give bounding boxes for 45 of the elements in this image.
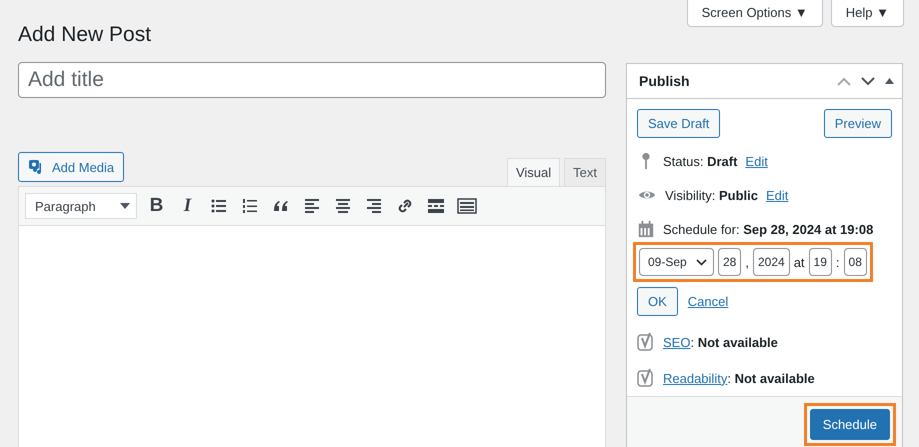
minute-field[interactable]: 08 xyxy=(844,248,867,276)
date-separator: , xyxy=(745,254,749,270)
page-title: Add New Post xyxy=(18,22,152,48)
visibility-text: Visibility: Public xyxy=(665,188,758,202)
edit-link[interactable]: Edit xyxy=(766,188,788,202)
cancel-link[interactable]: Cancel xyxy=(688,294,728,309)
seo-link[interactable]: Readability xyxy=(663,370,728,386)
year-field[interactable]: 2024 xyxy=(752,248,790,276)
screen-options-button[interactable]: Screen Options ▼ xyxy=(686,0,823,27)
time-separator: : xyxy=(836,254,840,270)
title-field[interactable]: Add title xyxy=(18,62,606,98)
seo-status-text: Readability: Not available xyxy=(663,370,815,386)
help-button[interactable]: Help ▼ xyxy=(830,0,904,27)
schedule-text: Schedule for: Sep 28, 2024 at 19:08 xyxy=(663,222,874,236)
calendar-icon xyxy=(637,220,655,238)
day-field[interactable]: 28 xyxy=(718,248,742,276)
save-draft-button[interactable]: Save Draft xyxy=(637,109,720,138)
add-media-button[interactable]: Add Media xyxy=(18,152,124,182)
seo-status-text: SEO: Not available xyxy=(663,334,778,350)
caret-icon xyxy=(120,203,130,209)
toolbar-toggle-icon xyxy=(456,196,476,216)
chevron-down-icon xyxy=(696,258,707,266)
read-more-icon xyxy=(426,196,446,216)
yoast-icon xyxy=(637,332,655,352)
bold-icon: B xyxy=(150,196,164,216)
month-select[interactable]: 09-Sep xyxy=(639,248,714,276)
at-label: at xyxy=(794,254,805,270)
ok-button[interactable]: OK xyxy=(637,287,678,316)
preview-button[interactable]: Preview xyxy=(824,109,892,138)
bold-button[interactable]: B xyxy=(145,192,168,220)
italic-button[interactable]: I xyxy=(176,192,199,220)
yoast-icon xyxy=(637,368,655,388)
collapse-icon[interactable] xyxy=(885,78,894,84)
edit-link[interactable]: Edit xyxy=(745,154,768,168)
format-select[interactable]: Paragraph xyxy=(25,193,137,219)
schedule-button[interactable]: Schedule xyxy=(810,409,890,440)
panel-title: Publish xyxy=(639,73,690,89)
hour-field[interactable]: 19 xyxy=(808,248,832,276)
seo-link[interactable]: SEO xyxy=(663,334,690,350)
editor-area[interactable]: Paragraph B I xyxy=(18,186,606,447)
editor-tab[interactable]: Text xyxy=(564,158,606,186)
status-text: Status: Draft xyxy=(663,154,738,168)
italic-icon: I xyxy=(184,196,192,216)
editor-tab[interactable]: Visual xyxy=(506,158,560,186)
chevron-down-icon[interactable] xyxy=(861,76,875,86)
